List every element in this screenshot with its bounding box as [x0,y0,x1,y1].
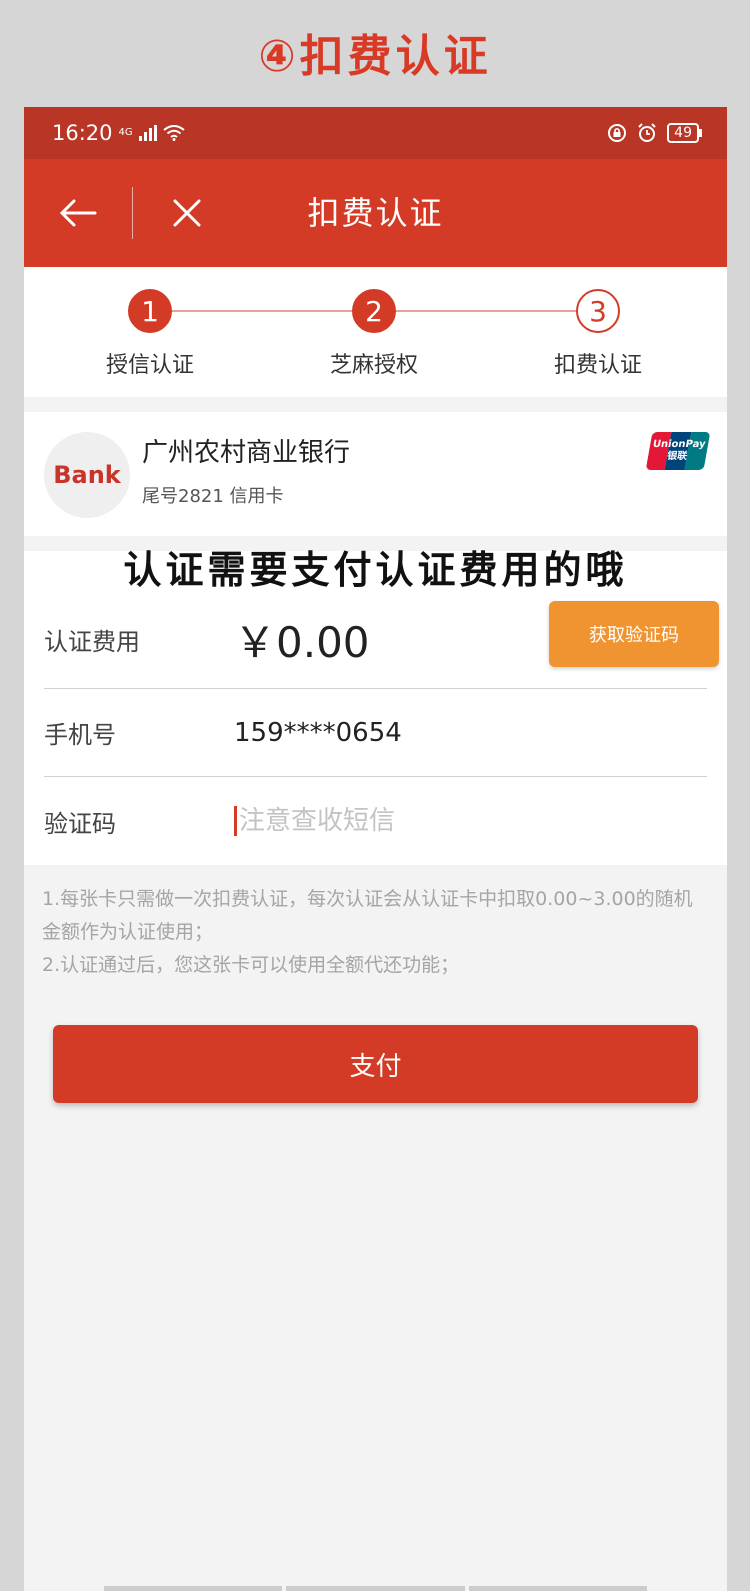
step-1: 1 授信认证 [70,289,230,379]
step-2-circle: 2 [352,289,396,333]
phone-number: 159****0654 [234,717,402,748]
step-3-circle: 3 [576,289,620,333]
progress-steps: 1 授信认证 2 芝麻授权 3 扣费认证 [24,267,727,397]
status-time: 16:20 [52,121,113,145]
close-button[interactable] [133,159,241,267]
step-1-circle: 1 [128,289,172,333]
pay-button[interactable]: 支付 [53,1025,698,1103]
verification-code-input[interactable] [234,806,514,836]
home-indicators [104,1586,647,1591]
card-info: 尾号2821 信用卡 [142,486,284,507]
phone-row: 手机号 159****0654 [44,689,707,777]
network-type: 4G [118,127,133,138]
step-1-label: 授信认证 [105,353,194,378]
close-icon [173,199,201,227]
payment-form: 认证费用 ￥0.00 手机号 159****0654 验证码 获取验证码 [24,591,727,865]
phone-screen: 16:20 4G 49 扣费认证 1 授信认证 2 芝麻授权 3 扣费认证 Ba… [24,107,727,1591]
note-1: 1.每张卡只需做一次扣费认证，每次认证会从认证卡中扣取0.00~3.00的随机金… [42,888,693,943]
back-button[interactable] [24,159,132,267]
note-2: 2.认证通过后，您这张卡可以使用全额代还功能； [42,954,460,976]
nav-bar: 扣费认证 [24,159,727,267]
notes: 1.每张卡只需做一次扣费认证，每次认证会从认证卡中扣取0.00~3.00的随机金… [42,883,709,982]
step-3-label: 扣费认证 [553,353,642,378]
alarm-icon [638,123,656,142]
signal-icon [138,125,157,141]
unionpay-logo-text: UnionPay [651,439,707,450]
step-2-label: 芝麻授权 [329,353,418,378]
step-2: 2 芝麻授权 [294,289,454,379]
bank-name: 广州农村商业银行 [142,438,351,468]
fee-label: 认证费用 [44,628,140,656]
overlay-caption: 认证需要支付认证费用的哦 [24,539,727,592]
bank-card: Bank 广州农村商业银行 尾号2821 信用卡 UnionPay 银联 [24,412,727,536]
status-bar: 16:20 4G 49 [24,107,727,159]
arrow-left-icon [59,199,97,227]
bank-logo: Bank [44,432,130,518]
lock-rotation-icon [608,124,627,142]
unionpay-logo-icon: UnionPay 银联 [645,432,711,470]
step-3: 3 扣费认证 [518,289,678,379]
code-label: 验证码 [44,809,116,838]
get-code-button[interactable]: 获取验证码 [549,601,719,667]
battery-icon: 49 [667,123,702,143]
phone-label: 手机号 [44,721,116,749]
unionpay-logo-cn: 银联 [666,451,688,462]
code-row: 验证码 [44,777,707,865]
fee-amount: ￥0.00 [234,618,370,667]
page-banner-title: ④扣费认证 [258,31,492,82]
wifi-icon [163,125,185,141]
